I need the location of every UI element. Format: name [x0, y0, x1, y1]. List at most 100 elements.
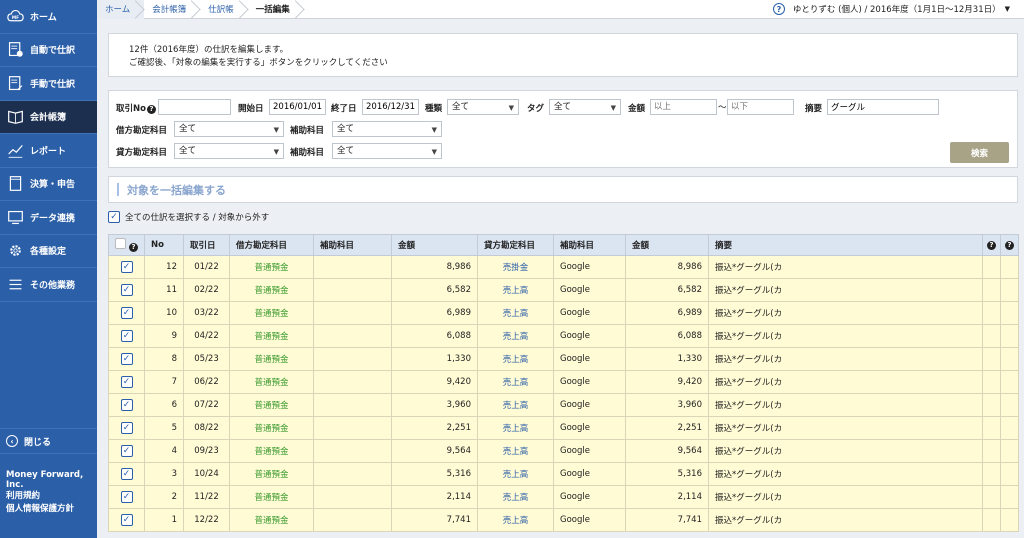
cell-credit-sub[interactable]: Google [553, 324, 626, 348]
cell-debit-account[interactable]: 普通預金 [229, 508, 314, 532]
table-row[interactable]: ✓ 5 08/22 普通預金 2,251 売上高 Google 2,251 振込*グーグル(カ [108, 416, 1019, 440]
start-date-input[interactable] [269, 99, 326, 115]
credit-sub-select[interactable]: 全て ▼ [332, 143, 442, 159]
breadcrumb-ledger[interactable]: 会計帳簿 [144, 0, 200, 19]
row-checkbox[interactable]: ✓ [120, 330, 133, 342]
cell-credit-sub[interactable]: Google [553, 416, 626, 440]
sidebar-item-ledger[interactable]: 会計帳簿 [0, 100, 97, 134]
help-icon[interactable]: ? [129, 242, 138, 252]
cell-credit-amount[interactable]: 6,989 [625, 301, 709, 325]
cell-debit-account[interactable]: 普通預金 [229, 255, 314, 279]
amount-max-input[interactable] [727, 99, 794, 115]
privacy-link[interactable]: 個人情報保護方針 [6, 503, 74, 516]
table-row[interactable]: ✓ 3 10/24 普通預金 5,316 売上高 Google 5,316 振込*グーグル(カ [108, 462, 1019, 486]
cell-debit-amount[interactable]: 8,986 [391, 255, 478, 279]
select-all[interactable]: ✓ 全ての仕訳を選択する / 対象から外す [108, 211, 269, 223]
cell-credit-amount[interactable]: 6,582 [625, 278, 709, 302]
row-checkbox[interactable]: ✓ [120, 445, 133, 457]
cell-debit-account[interactable]: 普通預金 [229, 301, 314, 325]
debit-account-select[interactable]: 全て ▼ [174, 121, 284, 137]
cell-debit-account[interactable]: 普通預金 [229, 324, 314, 348]
cell-debit-amount[interactable]: 6,088 [391, 324, 478, 348]
cell-debit-amount[interactable]: 7,741 [391, 508, 478, 532]
table-row[interactable]: ✓ 8 05/23 普通預金 1,330 売上高 Google 1,330 振込*グーグル(カ [108, 347, 1019, 371]
cell-credit-account[interactable]: 売上高 [477, 416, 554, 440]
cell-debit-account[interactable]: 普通預金 [229, 485, 314, 509]
cell-credit-amount[interactable]: 7,741 [625, 508, 709, 532]
cell-debit-amount[interactable]: 3,960 [391, 393, 478, 417]
cell-credit-account[interactable]: 売上高 [477, 278, 554, 302]
cell-debit-sub[interactable] [313, 255, 392, 279]
cell-credit-amount[interactable]: 8,986 [625, 255, 709, 279]
breadcrumb-journal[interactable]: 仕訳帳 [200, 0, 248, 19]
cell-debit-amount[interactable]: 6,989 [391, 301, 478, 325]
terms-link[interactable]: 利用規約 [6, 490, 74, 503]
cell-debit-sub[interactable] [313, 278, 392, 302]
cell-credit-sub[interactable]: Google [553, 393, 626, 417]
cell-credit-amount[interactable]: 5,316 [625, 462, 709, 486]
cell-credit-amount[interactable]: 6,088 [625, 324, 709, 348]
credit-account-select[interactable]: 全て ▼ [174, 143, 284, 159]
cell-credit-amount[interactable]: 2,114 [625, 485, 709, 509]
cell-debit-amount[interactable]: 6,582 [391, 278, 478, 302]
cell-debit-account[interactable]: 普通預金 [229, 439, 314, 463]
cell-credit-account[interactable]: 売上高 [477, 393, 554, 417]
bulk-edit-title[interactable]: 対象を一括編集する [127, 182, 226, 198]
row-checkbox[interactable]: ✓ [120, 307, 133, 319]
cell-credit-account[interactable]: 売上高 [477, 508, 554, 532]
cell-debit-amount[interactable]: 9,420 [391, 370, 478, 394]
row-checkbox[interactable]: ✓ [120, 376, 133, 388]
cell-debit-sub[interactable] [313, 347, 392, 371]
cell-debit-sub[interactable] [313, 508, 392, 532]
select-all-checkbox[interactable]: ✓ [108, 211, 120, 223]
cell-credit-amount[interactable]: 3,960 [625, 393, 709, 417]
cell-credit-amount[interactable]: 1,330 [625, 347, 709, 371]
help-icon[interactable]: ? [146, 104, 156, 114]
cell-credit-account[interactable]: 売上高 [477, 485, 554, 509]
cell-debit-account[interactable]: 普通預金 [229, 462, 314, 486]
cell-memo[interactable]: 振込*グーグル(カ [708, 255, 983, 279]
cell-debit-account[interactable]: 普通預金 [229, 370, 314, 394]
cell-credit-sub[interactable]: Google [553, 255, 626, 279]
cell-credit-sub[interactable]: Google [553, 508, 626, 532]
cell-debit-account[interactable]: 普通預金 [229, 278, 314, 302]
breadcrumb-home[interactable]: ホーム [97, 0, 145, 19]
cell-memo[interactable]: 振込*グーグル(カ [708, 393, 983, 417]
cell-memo[interactable]: 振込*グーグル(カ [708, 439, 983, 463]
cell-credit-amount[interactable]: 2,251 [625, 416, 709, 440]
help-icon[interactable]: ? [772, 3, 785, 15]
cell-memo[interactable]: 振込*グーグル(カ [708, 416, 983, 440]
cell-credit-sub[interactable]: Google [553, 462, 626, 486]
table-row[interactable]: ✓ 10 03/22 普通預金 6,989 売上高 Google 6,989 振込*グーグル(カ [108, 301, 1019, 325]
sidebar-item-home[interactable]: MF ホーム [0, 0, 97, 34]
cell-credit-sub[interactable]: Google [553, 301, 626, 325]
bulk-edit-header[interactable]: 対象を一括編集する [108, 176, 1018, 203]
table-row[interactable]: ✓ 2 11/22 普通預金 2,114 売上高 Google 2,114 振込*グーグル(カ [108, 485, 1019, 509]
cell-credit-account[interactable]: 売上高 [477, 439, 554, 463]
cell-credit-account[interactable]: 売上高 [477, 347, 554, 371]
table-row[interactable]: ✓ 6 07/22 普通預金 3,960 売上高 Google 3,960 振込*グーグル(カ [108, 393, 1019, 417]
row-checkbox[interactable]: ✓ [120, 353, 133, 365]
cell-memo[interactable]: 振込*グーグル(カ [708, 324, 983, 348]
cell-debit-sub[interactable] [313, 370, 392, 394]
debit-sub-select[interactable]: 全て ▼ [332, 121, 442, 137]
cell-credit-account[interactable]: 売上高 [477, 370, 554, 394]
help-icon[interactable]: ? [987, 240, 996, 250]
sidebar-item-manual-journal[interactable]: 手動で仕訳 [0, 67, 97, 101]
cell-debit-account[interactable]: 普通預金 [229, 393, 314, 417]
end-date-input[interactable] [362, 99, 419, 115]
cell-credit-account[interactable]: 売掛金 [477, 255, 554, 279]
cell-memo[interactable]: 振込*グーグル(カ [708, 347, 983, 371]
cell-memo[interactable]: 振込*グーグル(カ [708, 462, 983, 486]
row-checkbox[interactable]: ✓ [120, 399, 133, 411]
sidebar-item-data-link[interactable]: データ連携 [0, 201, 97, 235]
cell-debit-account[interactable]: 普通預金 [229, 416, 314, 440]
cell-credit-sub[interactable]: Google [553, 347, 626, 371]
cell-debit-amount[interactable]: 9,564 [391, 439, 478, 463]
memo-input[interactable] [827, 99, 939, 115]
cell-credit-amount[interactable]: 9,564 [625, 439, 709, 463]
tag-select[interactable]: 全て ▼ [549, 99, 621, 115]
sidebar-item-other[interactable]: その他業務 [0, 268, 97, 302]
trade-no-input[interactable] [158, 99, 231, 115]
cell-debit-sub[interactable] [313, 485, 392, 509]
